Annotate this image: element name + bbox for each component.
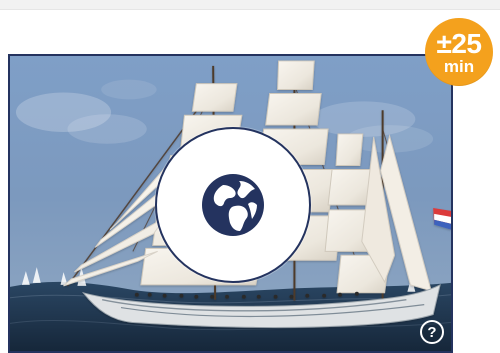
- help-button[interactable]: ?: [420, 320, 444, 344]
- hero-card[interactable]: ?: [8, 54, 453, 353]
- globe-icon: [198, 170, 268, 240]
- top-bar: [0, 0, 500, 10]
- help-icon: ?: [427, 323, 437, 341]
- time-estimate-value: ±25: [436, 28, 482, 60]
- page: ? ±25 min: [0, 0, 500, 353]
- center-globe-badge: [155, 127, 311, 283]
- time-estimate-badge: ±25 min: [425, 18, 493, 86]
- time-estimate-unit: min: [443, 56, 475, 76]
